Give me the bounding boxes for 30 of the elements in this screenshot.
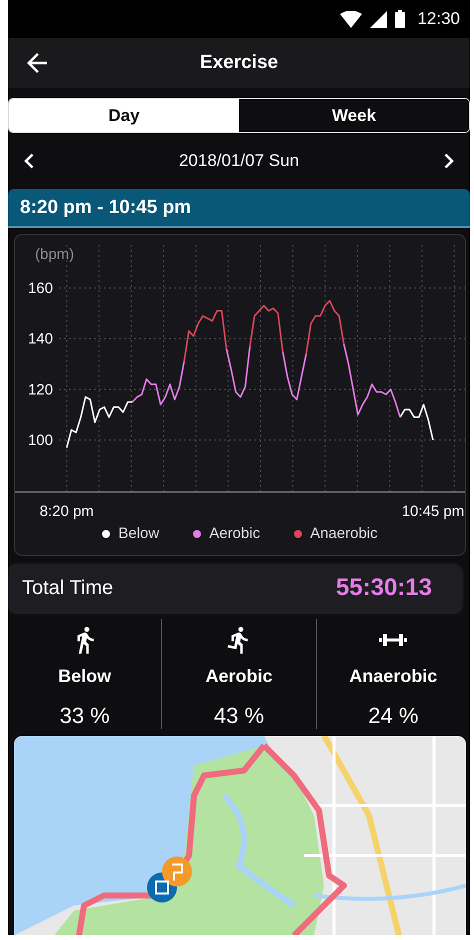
legend-label: Anaerobic bbox=[310, 525, 378, 542]
x-tick-label: 10:45 pm bbox=[402, 503, 464, 520]
y-tick-label: 140 bbox=[28, 330, 53, 348]
date-label: 2018/01/07 Sun bbox=[178, 151, 300, 171]
total-time-label: Total Time bbox=[22, 576, 114, 600]
legend-label: Below bbox=[118, 525, 160, 542]
y-tick-label: 120 bbox=[28, 381, 53, 398]
legend-label: Aerobic bbox=[209, 525, 260, 542]
zone-percent: 24 % bbox=[368, 703, 418, 729]
zone-percent: 33 % bbox=[60, 703, 110, 729]
chevron-right-icon bbox=[444, 153, 454, 169]
chevron-left-icon bbox=[24, 153, 34, 169]
battery-icon bbox=[395, 10, 406, 28]
zone-label: Aerobic bbox=[205, 666, 272, 687]
zone-label: Below bbox=[58, 666, 112, 687]
tab[interactable]: Day bbox=[9, 99, 239, 132]
y-tick-label: 100 bbox=[28, 432, 53, 450]
previous-day-button[interactable] bbox=[24, 153, 34, 169]
x-tick-label: 8:20 pm bbox=[40, 503, 94, 520]
total-time-value: 55:30:13 bbox=[336, 574, 432, 602]
wifi-icon bbox=[340, 10, 362, 28]
signal-icon bbox=[370, 10, 388, 28]
y-axis-label: (bpm) bbox=[35, 246, 74, 263]
screen-title: Exercise bbox=[200, 52, 278, 74]
y-tick-label: 160 bbox=[28, 280, 53, 297]
zone-percent: 43 % bbox=[214, 703, 264, 729]
next-day-button[interactable] bbox=[444, 153, 454, 169]
session-time-range: 8:20 pm - 10:45 pm bbox=[20, 196, 192, 218]
zone-label: Anaerobic bbox=[349, 666, 438, 687]
clock: 12:30 bbox=[417, 9, 460, 29]
